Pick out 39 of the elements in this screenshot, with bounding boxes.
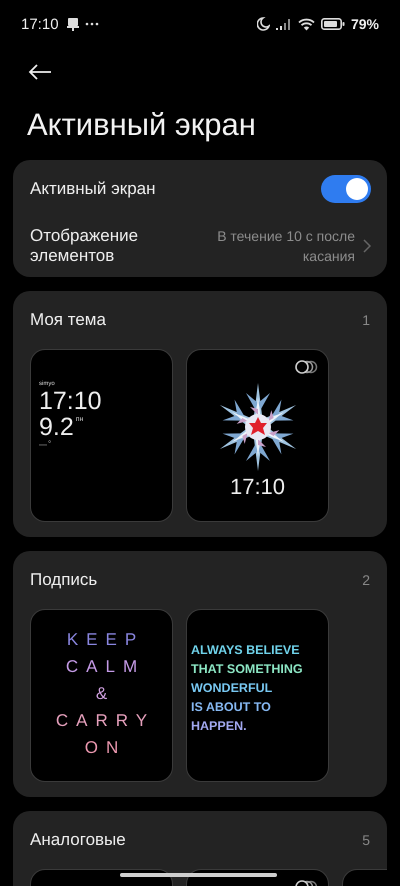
item-count: 5 xyxy=(362,832,370,848)
section-title: Подпись xyxy=(30,570,98,590)
more-icon xyxy=(84,22,99,26)
watch-face-preview[interactable]: KEEP CALM & CARRY ON xyxy=(30,609,173,782)
toggle-switch[interactable] xyxy=(321,175,371,203)
battery-icon xyxy=(320,18,345,30)
signal-icon xyxy=(276,18,292,30)
notification-icon xyxy=(66,18,79,30)
setting-label[interactable]: Отображение элементов xyxy=(30,226,197,266)
quote-line: IS ABOUT TO xyxy=(191,699,272,716)
page-title: Активный экран xyxy=(27,107,257,143)
degree-text: ° xyxy=(48,440,52,448)
chevron-right-icon xyxy=(363,238,371,252)
weather-text: — xyxy=(39,440,47,450)
quote-line: HAPPEN. xyxy=(191,718,248,735)
setting-label: Активный экран xyxy=(30,179,157,199)
item-count: 2 xyxy=(362,572,370,588)
clock-time: 17:10 xyxy=(230,474,286,500)
clock-time: 17:10 xyxy=(39,388,102,414)
date-text: 9.2 xyxy=(39,414,74,440)
quote-line: THAT SOMETHING xyxy=(191,661,304,678)
quote-line: ON xyxy=(84,737,126,759)
back-icon[interactable] xyxy=(28,64,52,80)
watch-face-preview[interactable]: 17:10 xyxy=(186,349,329,522)
section-title: Аналоговые xyxy=(30,830,126,850)
quote-line: WONDERFUL xyxy=(191,680,274,697)
status-time: 17:10 xyxy=(21,16,59,32)
item-count: 1 xyxy=(362,312,370,328)
watch-face-preview[interactable]: ALWAYS BELIEVE THAT SOMETHING WONDERFUL IS ABOUT TO HAPPEN. xyxy=(186,609,329,782)
quote-line: & xyxy=(96,683,116,705)
wifi-icon xyxy=(298,18,315,30)
setting-value: В течение 10 с после касания xyxy=(216,226,355,266)
quote-line: ALWAYS BELIEVE xyxy=(191,642,301,659)
quote-line: KEEP xyxy=(66,629,144,651)
section-title: Моя тема xyxy=(30,310,106,330)
quote-line: CARRY xyxy=(56,710,156,732)
quote-line: CALM xyxy=(66,656,146,678)
battery-level: 79% xyxy=(350,16,379,32)
moon-icon xyxy=(256,17,270,31)
